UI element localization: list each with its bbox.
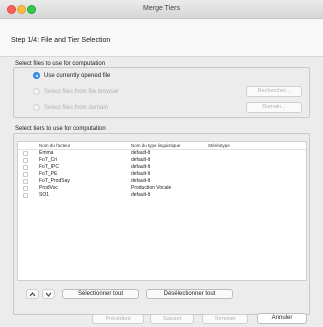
option-domain-label: Select files from domain xyxy=(44,104,109,111)
tier-checkbox[interactable] xyxy=(23,157,28,163)
window-title: Merge Tiers xyxy=(143,5,180,12)
tier-name: ProdVoc xyxy=(39,185,58,191)
tier-checkbox[interactable] xyxy=(23,150,28,156)
cancel-button[interactable]: Annuler xyxy=(257,313,307,324)
move-up-button[interactable] xyxy=(26,289,39,299)
table-row[interactable]: ProdVoc Production Vocale xyxy=(18,185,306,191)
tier-name: Emma xyxy=(39,150,54,156)
tier-type: default-lt xyxy=(131,192,151,198)
tier-type: default-lt xyxy=(131,171,151,177)
tier-type: Production Vocale xyxy=(131,185,172,191)
title-bar: Merge Tiers xyxy=(0,0,323,19)
tier-checkbox[interactable] xyxy=(23,164,28,170)
tiers-table: Nom du l'acteur Nom du type linguistique… xyxy=(17,141,307,281)
tier-type: default-lt xyxy=(131,150,151,156)
column-header[interactable]: Nom du type linguistique xyxy=(131,143,180,148)
column-header[interactable]: Stéréotype xyxy=(208,143,230,148)
domain-button[interactable]: Domain... xyxy=(246,102,302,113)
tier-name: SO1 xyxy=(39,192,50,198)
next-button[interactable]: Suivant xyxy=(150,314,194,324)
browse-button[interactable]: Rechercher... xyxy=(246,86,302,97)
table-row[interactable]: FoT_PE default-lt xyxy=(18,171,306,177)
tier-type: default-lt xyxy=(131,178,151,184)
tier-name: FoT_ProdSay xyxy=(39,178,70,184)
radio-unselected-icon[interactable] xyxy=(33,88,40,95)
previous-button[interactable]: Précédent xyxy=(92,314,144,324)
tier-name: FoT_PE xyxy=(39,171,58,177)
option-current-file-label: Use currently opened file xyxy=(44,72,111,79)
tier-checkbox[interactable] xyxy=(23,192,28,198)
step-title: Step 1/4: File and Tier Selection xyxy=(11,37,111,44)
table-row[interactable]: FoT_Cri default-lt xyxy=(18,157,306,163)
tier-checkbox[interactable] xyxy=(23,171,28,177)
chevron-up-icon xyxy=(29,291,36,296)
tier-checkbox[interactable] xyxy=(23,178,28,184)
radio-unselected-icon[interactable] xyxy=(33,104,40,111)
radio-selected-icon[interactable] xyxy=(33,72,40,79)
table-row[interactable]: FoT_ProdSay default-lt xyxy=(18,178,306,184)
column-header[interactable]: Nom du l'acteur xyxy=(39,143,70,148)
option-domain[interactable]: Select files from domain xyxy=(33,103,108,112)
deselect-all-button[interactable]: Désélectionner tout xyxy=(146,289,233,299)
table-header: Nom du l'acteur Nom du type linguistique… xyxy=(18,142,306,150)
tier-type: default-lt xyxy=(131,164,151,170)
option-file-browser-label: Select files from file browser xyxy=(44,88,120,95)
tier-type: default-lt xyxy=(131,157,151,163)
tier-name: FoT_Cri xyxy=(39,157,58,163)
tier-name: FoT_IPC xyxy=(39,164,60,170)
tiers-section-label: Select tiers to use for computation xyxy=(15,126,106,132)
select-all-button[interactable]: Sélectionner tout xyxy=(62,289,139,299)
table-row[interactable]: SO1 default-lt xyxy=(18,192,306,198)
option-file-browser[interactable]: Select files from file browser xyxy=(33,87,119,96)
option-current-file[interactable]: Use currently opened file xyxy=(33,71,110,80)
tier-checkbox[interactable] xyxy=(23,185,28,191)
finish-button[interactable]: Terminer xyxy=(202,314,248,324)
move-down-button[interactable] xyxy=(42,289,55,299)
table-row[interactable]: FoT_IPC default-lt xyxy=(18,164,306,170)
wizard-header: Step 1/4: File and Tier Selection xyxy=(0,19,323,57)
chevron-down-icon xyxy=(45,292,52,297)
table-row[interactable]: Emma default-lt xyxy=(18,150,306,156)
merge-tiers-dialog: Merge Tiers Step 1/4: File and Tier Sele… xyxy=(0,0,323,327)
